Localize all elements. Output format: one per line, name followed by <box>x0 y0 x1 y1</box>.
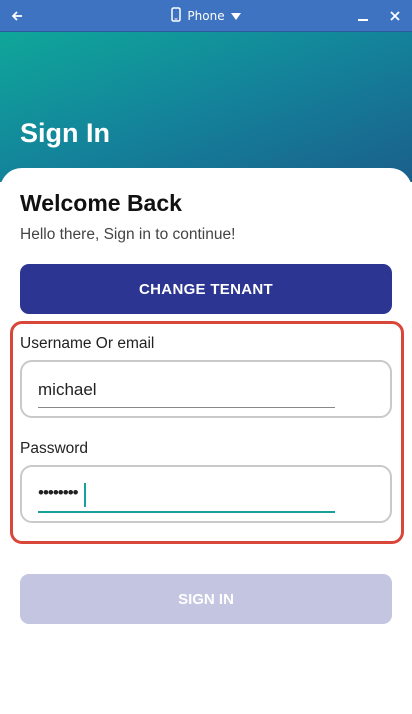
phone-icon <box>171 7 182 25</box>
close-icon[interactable] <box>386 7 404 25</box>
change-tenant-button[interactable]: CHANGE TENANT <box>20 264 392 314</box>
sign-in-card: Welcome Back Hello there, Sign in to con… <box>0 168 412 714</box>
device-selector[interactable]: Phone <box>0 0 412 32</box>
app-header: Sign In <box>0 32 412 182</box>
password-field[interactable]: •••••••• <box>20 465 392 523</box>
minimize-icon[interactable] <box>354 7 372 25</box>
welcome-subtitle: Hello there, Sign in to continue! <box>20 226 236 243</box>
caret-down-icon <box>230 9 241 23</box>
username-input[interactable]: michael <box>38 380 97 400</box>
window-titlebar: Phone <box>0 0 412 32</box>
username-field[interactable]: michael <box>20 360 392 418</box>
password-underline <box>38 511 335 513</box>
password-label: Password <box>20 440 89 457</box>
welcome-heading: Welcome Back <box>20 190 182 216</box>
text-cursor <box>84 483 86 507</box>
username-underline <box>38 407 335 408</box>
password-input[interactable]: •••••••• <box>38 483 79 503</box>
sign-in-button[interactable]: SIGN IN <box>20 574 392 624</box>
device-label: Phone <box>187 9 225 23</box>
username-label: Username Or email <box>20 335 155 352</box>
page-title: Sign In <box>20 118 110 148</box>
